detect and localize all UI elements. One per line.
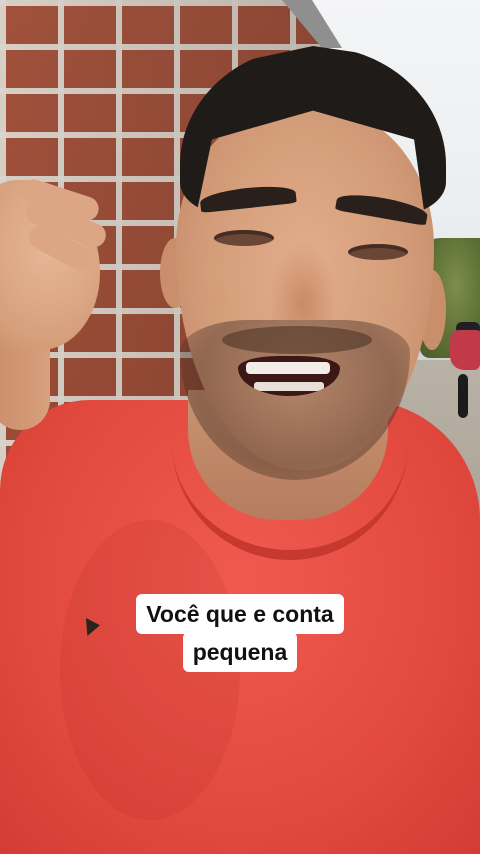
upper-teeth <box>246 362 330 374</box>
lower-teeth <box>254 382 324 391</box>
right-eye <box>348 244 408 260</box>
motorbike <box>446 318 480 418</box>
motorbike-body <box>450 330 480 370</box>
video-caption: Você que e conta pequena <box>0 594 480 672</box>
nose <box>268 240 338 320</box>
mustache <box>222 326 372 354</box>
left-eye <box>214 230 274 246</box>
motorbike-wheel <box>458 374 468 418</box>
caption-line-2: pequena <box>182 632 298 672</box>
video-frame[interactable]: Você que e conta pequena <box>0 0 480 854</box>
caption-line-1: Você que e conta <box>136 594 344 634</box>
